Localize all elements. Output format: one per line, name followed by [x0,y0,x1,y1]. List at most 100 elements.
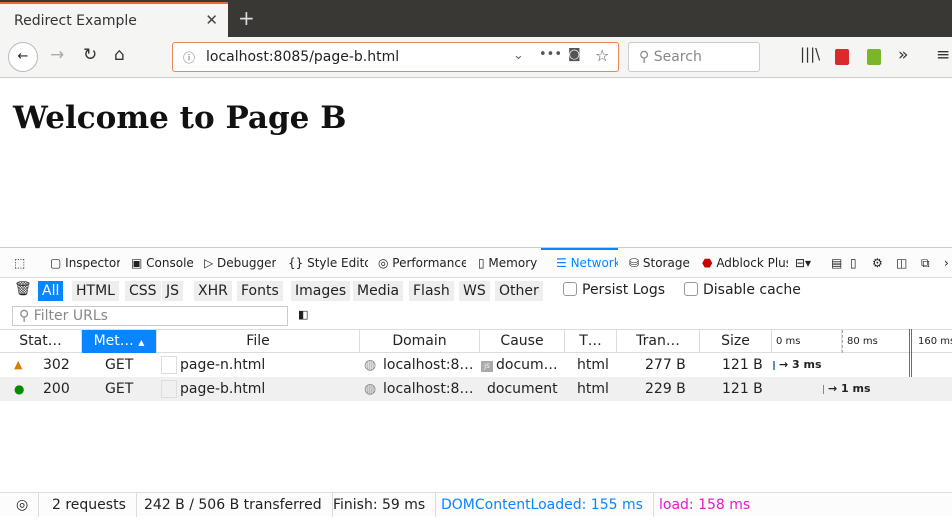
row-file: page-b.html [180,381,266,397]
tab-inspector[interactable]: ▢ Inspector [50,256,120,270]
gear-icon[interactable]: ⚙ [872,256,883,270]
flash-icon[interactable] [835,49,849,65]
performance-analysis-icon[interactable]: ◎ [6,493,40,517]
filter-js[interactable]: JS [162,281,184,301]
row-method: GET [105,381,134,397]
tab-memory[interactable]: ▯ Memory [478,256,541,270]
element-picker-icon[interactable]: ⬚ [14,256,25,270]
filter-ws[interactable]: WS [459,281,490,301]
load-time: load: 158 ms [659,497,751,513]
table-row[interactable]: ▲ 302 GET page-n.html ◍ localhost:8… JS … [0,353,952,377]
persist-logs-label: Persist Logs [582,282,666,298]
bookmark-star-icon[interactable]: ☆ [595,46,609,65]
frames-icon[interactable]: ⊟▾ [795,256,811,270]
disable-cache-label: Disable cache [703,282,801,298]
col-domain[interactable]: Domain [360,330,480,353]
row-cause: document [487,381,558,397]
row-status: 200 [43,381,70,397]
domcontentloaded-time: DOMContentLoaded: 155 ms [431,493,654,517]
chevron-down-icon[interactable]: ⌄ [513,48,524,63]
tab-performance[interactable]: ◎ Performance [378,256,466,270]
tab-style-editor[interactable]: {} Style Editor [288,256,368,270]
pocket-icon[interactable]: ◙ [568,47,581,62]
print-icon[interactable] [867,49,881,65]
tab-network[interactable]: ☰ Network [556,256,618,270]
row-timing: → 3 ms [779,358,822,371]
tab-storage[interactable]: ⛁ Storage [629,256,691,270]
row-size: 121 B [722,381,763,397]
home-icon[interactable]: ⌂ [114,45,125,65]
col-status[interactable]: Stat… [0,330,82,353]
menu-icon[interactable]: ≡ [936,45,950,65]
devtools-panel: ⬚ ▢ Inspector ▣ Console ▷ Debugger {} St… [0,247,952,527]
filter-html[interactable]: HTML [72,281,119,301]
tab-label: Adblock Plus [716,256,788,270]
search-input[interactable]: ⚲ Search [628,42,760,72]
col-size[interactable]: Size [700,330,772,353]
row-file: page-n.html [180,357,266,373]
tab-title: Redirect Example [14,13,137,29]
col-method-label: Met… [93,333,134,349]
dock-side-icon[interactable]: ◫ [896,256,907,270]
filter-urls-input[interactable]: ⚲ Filter URLs [12,306,288,326]
tab-label: Debugger [217,256,276,270]
network-status-bar: ◎ 2 requests 242 B / 506 B transferred F… [0,492,952,517]
nav-bar: ← → ↻ ⌂ ⓘ localhost:8085/page-b.html ⌄ •… [0,37,952,78]
responsive-icon[interactable]: ▯ [850,256,857,270]
tick-160ms: 160 ms [918,336,952,347]
filter-images[interactable]: Images [291,281,351,301]
browser-tab[interactable]: Redirect Example ✕ [0,2,228,37]
col-file[interactable]: File [157,330,360,353]
reload-icon[interactable]: ↻ [83,45,97,65]
tab-bar: Redirect Example ✕ + [0,0,952,37]
overflow-icon[interactable]: » [898,45,908,65]
filter-bar: 🗑 All HTML CSS JS XHR Fonts Images Media… [0,278,952,303]
split-console-icon[interactable]: ▤ [831,256,842,270]
row-domain: localhost:8… [383,357,474,373]
row-cause: docum… [496,357,558,373]
row-transferred: 277 B [645,357,686,373]
close-tab-icon[interactable]: ✕ [205,11,218,29]
globe-icon: ◍ [364,357,377,373]
tab-debugger[interactable]: ▷ Debugger [204,256,276,270]
col-type[interactable]: T… [565,330,617,353]
row-domain: localhost:8… [383,381,474,397]
row-type: html [577,357,609,373]
tab-console[interactable]: ▣ Console [131,256,193,270]
abp-icon: ⬣ [702,256,713,270]
filter-all[interactable]: All [38,281,64,301]
new-tab-icon[interactable]: + [238,6,255,30]
filter-css[interactable]: CSS [125,281,161,301]
undock-icon[interactable]: ⧉ [921,256,930,271]
row-status: 302 [43,357,70,373]
library-icon[interactable]: |||\ [800,45,820,63]
back-icon[interactable]: ← [8,42,38,72]
search-placeholder: Search [653,49,702,65]
timing-bar [823,385,824,394]
file-thumbnail-icon [161,356,177,374]
filter-fonts[interactable]: Fonts [237,281,283,301]
filter-media[interactable]: Media [353,281,404,301]
info-icon[interactable]: ⓘ [183,49,195,66]
forward-icon[interactable]: → [50,45,64,65]
tab-label: Style Editor [307,256,368,270]
filter-other[interactable]: Other [495,281,543,301]
toggle-sidebar-icon[interactable]: ◧ [298,308,308,321]
more-icon[interactable]: ••• [539,47,562,62]
tab-adblock-plus[interactable]: ⬣ Adblock Plus [702,256,788,270]
col-method[interactable]: Met… ▲ [82,330,157,353]
persist-logs-checkbox[interactable]: Persist Logs [563,282,665,298]
js-icon: JS [481,361,493,372]
url-bar[interactable]: ⓘ localhost:8085/page-b.html ⌄ ••• ◙ ☆ [172,42,619,72]
filter-flash[interactable]: Flash [409,281,454,301]
transferred-total: 242 B / 506 B transferred [134,493,333,517]
request-count: 2 requests [42,493,137,517]
more-tools-icon[interactable]: › [944,256,949,270]
col-cause[interactable]: Cause [480,330,565,353]
col-transferred[interactable]: Tran… [617,330,700,353]
disable-cache-checkbox[interactable]: Disable cache [684,282,801,298]
filter-xhr[interactable]: XHR [194,281,232,301]
trash-icon[interactable]: 🗑 [14,281,32,297]
row-transferred: 229 B [645,381,686,397]
table-row[interactable]: ● 200 GET page-b.html ◍ localhost:8… doc… [0,377,952,401]
